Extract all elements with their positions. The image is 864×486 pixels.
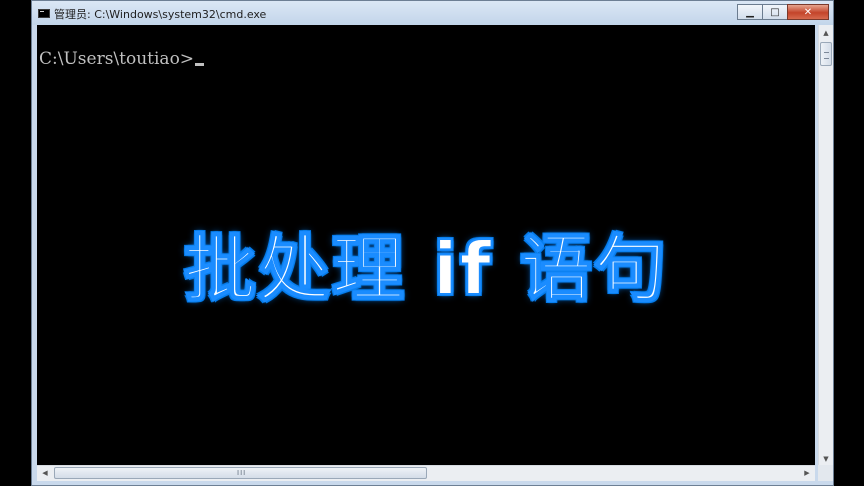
minimize-icon: ▁	[746, 6, 754, 18]
command-prompt: C:\Users\toutiao>	[39, 49, 205, 69]
console-area[interactable]: C:\Users\toutiao> 批处理 if 语句	[37, 25, 815, 467]
title-bar[interactable]: 管理员: C:\Windows\system32\cmd.exe ▁ □ ✕	[32, 1, 833, 25]
maximize-button[interactable]: □	[762, 4, 788, 20]
prompt-text: C:\Users\toutiao>	[39, 49, 195, 69]
vertical-scroll-thumb[interactable]	[820, 42, 832, 66]
scroll-right-icon[interactable]: ▶	[799, 466, 815, 481]
scroll-up-icon[interactable]: ▲	[819, 25, 833, 41]
text-cursor	[195, 63, 205, 66]
close-icon: ✕	[803, 6, 813, 18]
grip-icon: III	[237, 469, 247, 477]
size-grip[interactable]	[818, 465, 833, 481]
window-title: 管理员: C:\Windows\system32\cmd.exe	[54, 8, 267, 21]
cmd-icon[interactable]	[38, 9, 50, 18]
cmd-window: 管理员: C:\Windows\system32\cmd.exe ▁ □ ✕ C…	[31, 0, 834, 486]
scroll-left-icon[interactable]: ◀	[37, 466, 53, 481]
overlay-title: 批处理 if 语句	[183, 226, 669, 312]
maximize-icon: □	[770, 6, 780, 18]
horizontal-scrollbar[interactable]: ◀ III ▶	[37, 465, 815, 481]
close-button[interactable]: ✕	[787, 4, 829, 20]
minimize-button[interactable]: ▁	[737, 4, 763, 20]
vertical-scrollbar[interactable]: ▲ ▼	[818, 25, 833, 467]
horizontal-scroll-thumb[interactable]: III	[54, 467, 427, 479]
caption-buttons: ▁ □ ✕	[737, 4, 829, 22]
